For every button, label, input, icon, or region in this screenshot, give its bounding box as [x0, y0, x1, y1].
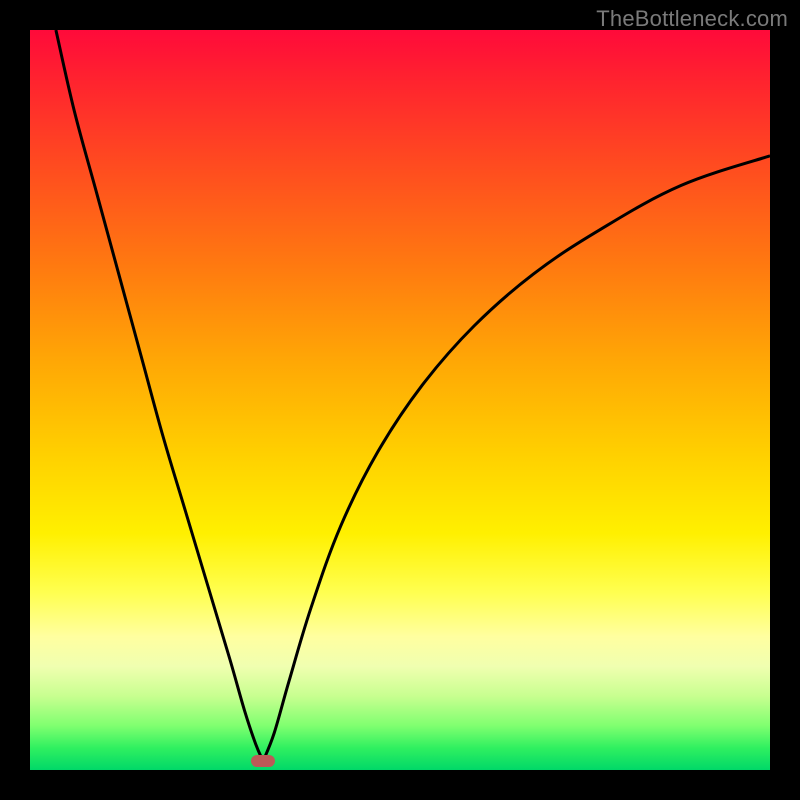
plot-area	[30, 30, 770, 770]
curve-left-branch	[56, 30, 263, 761]
watermark-text: TheBottleneck.com	[596, 6, 788, 32]
curve-right-branch	[263, 156, 770, 761]
min-marker	[251, 755, 275, 767]
chart-frame: TheBottleneck.com	[0, 0, 800, 800]
curve-svg	[30, 30, 770, 770]
